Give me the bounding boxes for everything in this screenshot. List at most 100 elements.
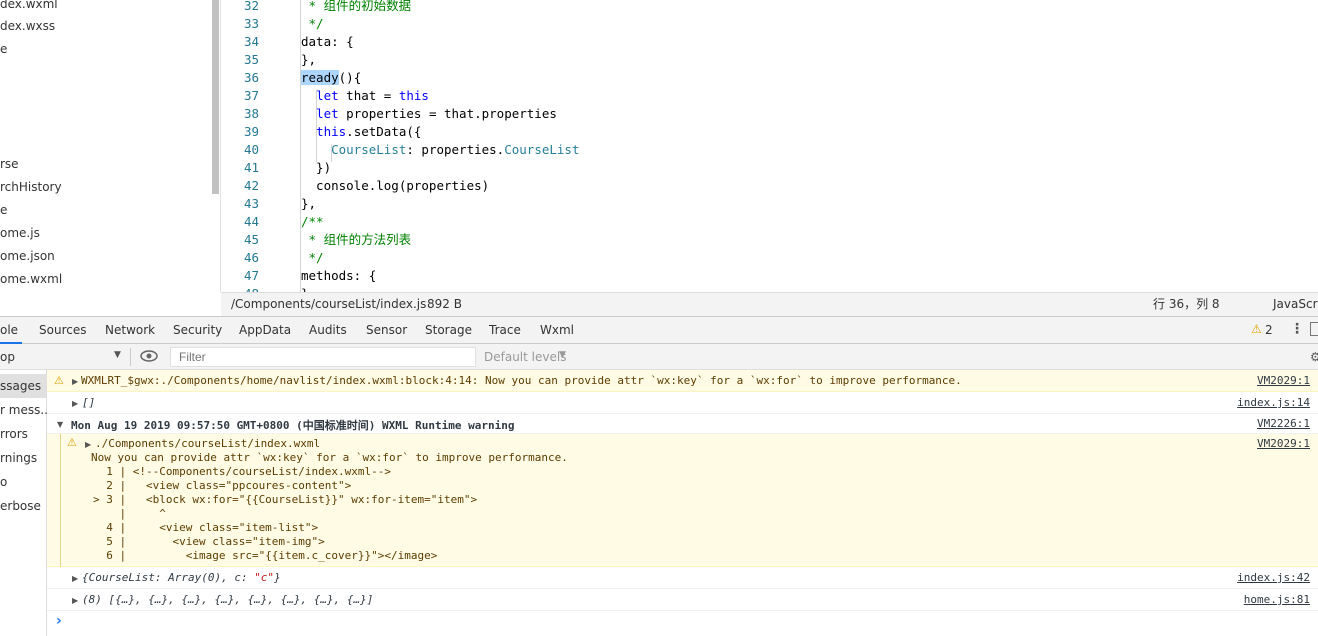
code-line[interactable]: let that = this (301, 87, 429, 105)
object-end: } (274, 571, 281, 584)
sidebar-item-info[interactable]: o (0, 470, 7, 494)
code-frame-line: | ^ (93, 507, 166, 520)
file-tree-item[interactable]: ome.wxml (0, 269, 62, 289)
code-line[interactable]: } (301, 285, 309, 292)
file-tree-item[interactable]: e (0, 39, 7, 59)
sidebar-item-verbose[interactable]: erbose (0, 494, 41, 518)
code-line[interactable]: }, (301, 195, 316, 213)
line-number: 33 (243, 16, 259, 31)
group-indent-line (60, 434, 61, 567)
tab-storage[interactable]: Storage (425, 317, 472, 344)
file-tree-scrollbar[interactable] (212, 0, 219, 194)
expand-arrow-icon[interactable]: ▶ (72, 399, 78, 408)
code-token: console.log(properties) (301, 178, 490, 193)
code-line[interactable]: /** (301, 213, 324, 231)
expand-arrow-icon[interactable]: ▶ (72, 377, 78, 386)
file-tree-item[interactable]: ome.json (0, 246, 55, 266)
tab-appdata[interactable]: AppData (239, 317, 291, 344)
console-prompt[interactable]: › (47, 611, 1318, 636)
log-levels-select[interactable]: Default levels (484, 350, 566, 364)
eye-icon[interactable] (140, 349, 158, 363)
warning-icon[interactable]: ⚠ (1251, 322, 1262, 336)
expand-arrow-icon[interactable]: ▶ (85, 440, 91, 449)
tab-network[interactable]: Network (105, 317, 155, 344)
console-warning-detail[interactable]: ⚠ ▶ ./Components/courseList/index.wxml V… (47, 434, 1318, 567)
line-number: 42 (243, 178, 259, 193)
console-group[interactable]: ▼ Mon Aug 19 2019 09:57:50 GMT+0800 (中国标… (47, 414, 1318, 434)
message-text: (8) [{…}, {…}, {…}, {…}, {…}, {…}, {…}, … (82, 593, 374, 606)
code-token: }) (301, 160, 332, 175)
sidebar-item-user-messages[interactable]: r mess... (0, 398, 52, 422)
code-token: let (316, 106, 339, 121)
tab-audits[interactable]: Audits (309, 317, 347, 344)
code-token: this (398, 88, 429, 103)
code-line[interactable]: */ (301, 15, 324, 33)
tab-security[interactable]: Security (173, 317, 222, 344)
console-log[interactable]: ▶ {CourseList: Array(0), c: "c"} index.j… (47, 567, 1318, 589)
code-line[interactable]: CourseList: properties.CourseList (301, 141, 579, 159)
language-mode[interactable]: JavaScri (1273, 293, 1318, 315)
dock-icon[interactable] (1310, 322, 1318, 336)
code-editor[interactable]: 32 * 组件的初始数据 33 */ 34 data: {35}, 36 ready(){… (221, 0, 1318, 292)
code-line[interactable]: */ (301, 249, 324, 267)
tab-sensor[interactable]: Sensor (366, 317, 407, 344)
levels-dropdown-icon[interactable]: ▼ (559, 350, 566, 360)
source-link[interactable]: VM2029:1 (1257, 437, 1310, 450)
context-select[interactable]: op (0, 350, 15, 364)
warning-count[interactable]: 2 (1265, 323, 1273, 337)
settings-gear-icon[interactable]: ⚙ (1310, 350, 1318, 364)
console-log[interactable]: ▶ (8) [{…}, {…}, {…}, {…}, {…}, {…}, {…}… (47, 589, 1318, 611)
code-line[interactable]: * 组件的初始数据 (301, 0, 412, 15)
sidebar-item-messages[interactable]: ssages (0, 374, 41, 398)
expand-arrow-icon[interactable]: ▶ (72, 596, 78, 605)
code-token: methods: { (301, 268, 377, 283)
message-text: Now you can provide attr `wx:key` for a … (91, 451, 568, 464)
file-size: 892 B (427, 297, 462, 311)
code-line[interactable]: let properties = that.properties (301, 105, 557, 123)
sidebar-item-errors[interactable]: rrors (0, 422, 28, 446)
code-line[interactable]: methods: { (301, 267, 376, 285)
tab-trace[interactable]: Trace (489, 317, 521, 344)
code-frame-line: 2 | <view class="ppcoures-content"> (93, 479, 352, 492)
tab-wxml[interactable]: Wxml (540, 317, 574, 344)
more-options-icon[interactable]: ⋮ (1290, 321, 1304, 337)
code-line[interactable]: }, (301, 51, 316, 69)
collapse-arrow-icon[interactable]: ▼ (57, 420, 63, 429)
tab-console[interactable]: ole (0, 317, 22, 344)
source-link[interactable]: index.js:14 (1237, 396, 1310, 409)
warning-icon: ⚠ (54, 374, 64, 387)
code-token: data: { (301, 34, 354, 49)
code-line[interactable]: this.setData({ (301, 123, 421, 141)
file-tree-item[interactable]: e (0, 200, 7, 220)
code-line[interactable]: data: { (301, 33, 354, 51)
file-path: /Components/courseList/index.js (231, 297, 427, 311)
cursor-position[interactable]: 行 36，列 8 (1153, 293, 1220, 315)
source-link[interactable]: VM2226:1 (1257, 417, 1310, 430)
source-link[interactable]: index.js:42 (1237, 571, 1310, 584)
file-tree-item[interactable]: rchHistory (0, 177, 62, 197)
file-tree-item[interactable]: dex.wxss (0, 16, 55, 36)
source-link[interactable]: home.js:81 (1244, 593, 1310, 606)
code-token: this (316, 124, 347, 139)
file-tree-item[interactable]: ome.js (0, 223, 40, 243)
code-line[interactable]: * 组件的方法列表 (301, 231, 412, 249)
file-tree-item[interactable]: dex.wxml (0, 0, 58, 14)
sidebar-item-warnings[interactable]: rnings (0, 446, 37, 470)
source-link[interactable]: VM2029:1 (1257, 374, 1310, 387)
file-tree-item[interactable]: rse (0, 154, 19, 174)
console-warning[interactable]: ⚠ ▶ WXMLRT_$gwx:./Components/home/navlis… (47, 370, 1318, 392)
tab-sources[interactable]: Sources (39, 317, 86, 344)
code-line[interactable]: console.log(properties) (301, 177, 489, 195)
code-line[interactable]: }) (301, 159, 331, 177)
context-dropdown-icon[interactable]: ▼ (114, 350, 121, 360)
code-line[interactable]: ready(){ (301, 69, 361, 87)
group-title: Mon Aug 19 2019 09:57:50 GMT+0800 (中国标准时… (71, 419, 515, 432)
console-log[interactable]: ▶ [] index.js:14 (47, 392, 1318, 414)
code-token: .setData({ (346, 124, 422, 139)
filter-input[interactable] (170, 347, 476, 367)
devtools-tab-bar: ole Sources Network Security AppData Aud… (0, 316, 1318, 344)
expand-arrow-icon[interactable]: ▶ (72, 574, 78, 583)
code-frame-line: 6 | <image src="{{item.c_cover}}"></imag… (93, 549, 438, 562)
